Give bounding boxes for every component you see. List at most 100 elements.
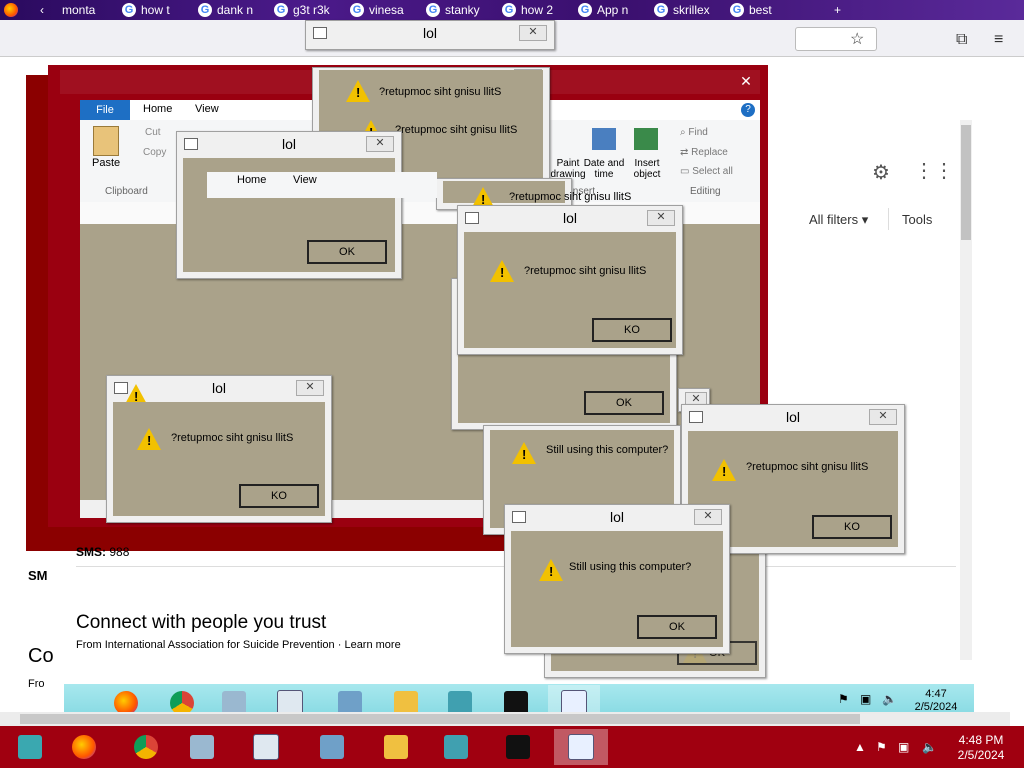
dialog-message: ?retupmoc siht gnisu llitS	[379, 86, 502, 98]
home-tab[interactable]: Home	[143, 103, 172, 115]
folder-taskbar-icon[interactable]	[374, 729, 418, 765]
divider	[888, 208, 889, 230]
tab-8[interactable]: G App n	[578, 0, 646, 20]
dialog-title: lol	[422, 25, 437, 41]
find-button[interactable]: ⌕ Find	[680, 127, 708, 138]
warning-icon	[346, 80, 370, 102]
calendar-icon[interactable]	[592, 128, 616, 150]
apps-grid-icon[interactable]: ⋮⋮	[914, 158, 954, 183]
close-icon[interactable]: ✕	[869, 409, 897, 425]
paint-taskbar-icon[interactable]	[554, 729, 608, 765]
ko-button[interactable]: KO	[592, 318, 672, 342]
file-tab[interactable]: File	[80, 100, 130, 120]
network-icon[interactable]: ▣	[898, 740, 909, 754]
lol-dialog[interactable]: lol✕ Still using this computer? OK	[504, 504, 730, 654]
tab-4[interactable]: Gg3t r3k	[274, 0, 344, 20]
tab-6[interactable]: Gstanky	[426, 0, 492, 20]
cubes-taskbar-icon[interactable]	[434, 729, 478, 765]
cmd-taskbar-icon[interactable]	[496, 729, 540, 765]
new-tab-button[interactable]: +	[834, 0, 841, 20]
dialog-titlebar[interactable]: lol ✕	[177, 132, 401, 156]
help-icon[interactable]: ?	[741, 103, 755, 117]
browser-tabstrip: ‹ monta Ghow t Gdank n Gg3t r3k Gvinesa …	[0, 0, 1024, 20]
close-icon[interactable]: ✕	[694, 509, 722, 525]
iasp-link[interactable]: International Association for Suicide Pr…	[105, 639, 335, 651]
all-filters-button[interactable]: All filters ▾	[809, 212, 868, 228]
caret-down-icon: ▾	[861, 212, 869, 227]
dialog-message: ?retupmoc siht gnisu llitS	[509, 191, 632, 203]
notepad-taskbar-icon[interactable]	[180, 729, 224, 765]
close-icon[interactable]: ✕	[296, 380, 324, 396]
ko-button[interactable]: KO	[812, 515, 892, 539]
dialog-titlebar[interactable]: lol ✕	[682, 405, 904, 429]
ok-button[interactable]: OK	[584, 391, 664, 415]
clock[interactable]: 4:48 PM 2/5/2024	[948, 733, 1014, 763]
horizontal-scroll-thumb[interactable]	[20, 714, 860, 724]
dialog-titlebar[interactable]: lol ✕	[306, 21, 554, 45]
url-bar[interactable]	[795, 27, 877, 51]
tab-9[interactable]: Gskrillex	[654, 0, 722, 20]
replace-button[interactable]: ⇄ Replace	[680, 147, 728, 158]
star-icon[interactable]: ☆	[850, 30, 864, 50]
firefox-taskbar-icon[interactable]	[62, 729, 106, 765]
warning-icon	[712, 459, 736, 481]
ok-button[interactable]: OK	[307, 240, 387, 264]
close-icon[interactable]: ✕	[736, 73, 756, 91]
paste-icon[interactable]	[93, 126, 119, 156]
inner-clock[interactable]: 4:47 2/5/2024	[904, 688, 968, 714]
tab-1[interactable]: monta	[62, 0, 112, 20]
date-time-button[interactable]: Date and time	[582, 158, 626, 180]
google-icon: G	[502, 3, 516, 17]
dialog-titlebar[interactable]: lol ✕	[458, 206, 682, 230]
insert-object-button[interactable]: Insert object	[628, 158, 666, 180]
warning-icon	[490, 260, 514, 282]
separator: ·	[337, 639, 342, 651]
copy-button[interactable]: Copy	[143, 147, 166, 158]
insert-object-icon[interactable]	[634, 128, 658, 150]
echo-view-tab: View	[293, 174, 317, 186]
volume-icon[interactable]: 🔈	[882, 692, 897, 706]
network-icon[interactable]: ▣	[860, 692, 871, 706]
monitor-taskbar-icon[interactable]	[310, 729, 354, 765]
view-tab[interactable]: View	[195, 103, 219, 115]
back-arrow-icon[interactable]: ‹	[40, 0, 44, 20]
select-all-label: Select all	[692, 166, 733, 177]
flag-icon[interactable]: ⚑	[838, 692, 849, 706]
lol-dialog[interactable]: lol ✕	[305, 20, 555, 50]
tab-2[interactable]: Ghow t	[122, 0, 190, 20]
close-icon[interactable]: ✕	[647, 210, 675, 226]
dialog-titlebar[interactable]: lol ✕	[505, 505, 729, 529]
google-icon: G	[730, 3, 744, 17]
volume-icon[interactable]: 🔈	[922, 740, 937, 754]
lol-dialog[interactable]: lol✕ ?retupmoc siht gnisu llitS KO	[457, 205, 683, 355]
lol-dialog[interactable]: lol✕ ?retupmoc siht gnisu llitS KO	[106, 375, 332, 523]
lol-dialog[interactable]: lol ✕ Home View OK	[176, 131, 437, 279]
extensions-icon[interactable]: ⧉	[956, 30, 967, 50]
tab-10[interactable]: Gbest	[730, 0, 790, 20]
close-icon[interactable]: ✕	[366, 136, 394, 152]
settings-gear-icon[interactable]: ⚙	[872, 160, 890, 185]
close-icon[interactable]: ✕	[519, 25, 547, 41]
firefox-icon	[4, 0, 22, 20]
paste-button[interactable]: Paste	[92, 157, 120, 169]
vertical-scroll-thumb[interactable]	[961, 125, 971, 240]
ko-button[interactable]: KO	[239, 484, 319, 508]
start-button[interactable]	[8, 729, 52, 765]
tab-3[interactable]: Gdank n	[198, 0, 266, 20]
flag-icon[interactable]: ⚑	[876, 740, 887, 754]
ok-button[interactable]: OK	[637, 615, 717, 639]
tab-5[interactable]: Gvinesa	[350, 0, 418, 20]
menu-icon[interactable]: ≡	[994, 30, 1003, 50]
from-line: From International Association for Suici…	[76, 639, 401, 651]
google-icon: G	[198, 3, 212, 17]
learn-more-link[interactable]: Learn more	[344, 639, 400, 651]
tab-7[interactable]: Ghow 2	[502, 0, 570, 20]
chrome-taskbar-icon[interactable]	[124, 729, 168, 765]
select-all-button[interactable]: ▭ Select all	[680, 166, 733, 177]
tools-button[interactable]: Tools	[902, 212, 932, 227]
up-arrow-icon[interactable]: ▲	[854, 740, 866, 754]
cut-button[interactable]: Cut	[145, 127, 161, 138]
co-left-fragment: Co	[28, 645, 54, 667]
window-taskbar-icon[interactable]	[244, 729, 288, 765]
dialog-body: Still using this computer? OK	[511, 531, 723, 647]
